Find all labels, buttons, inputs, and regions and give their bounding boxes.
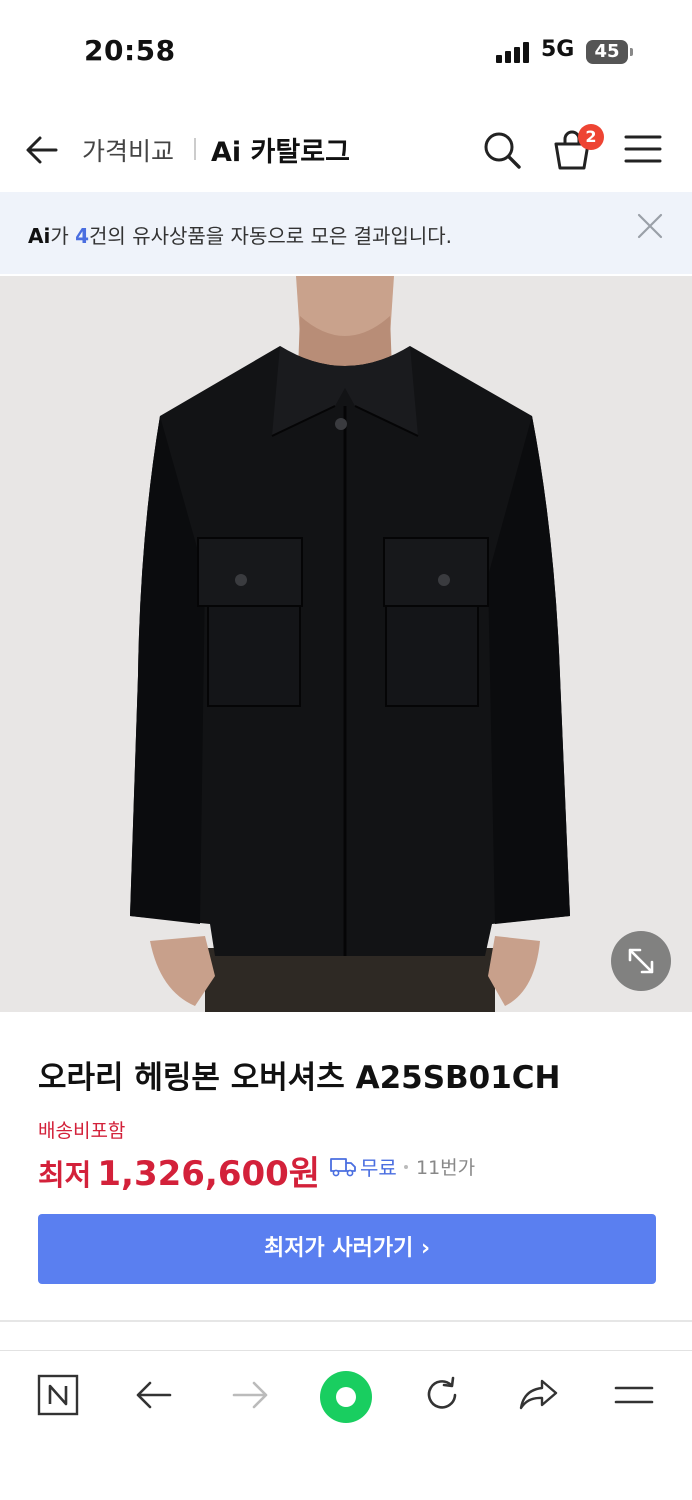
shipping-included-label: 배송비포함 <box>38 1120 126 1142</box>
seller-name[interactable]: 11번가 <box>416 1153 475 1180</box>
expand-icon <box>628 948 654 974</box>
free-shipping-label: 무료 <box>360 1156 397 1180</box>
refresh-icon[interactable] <box>420 1373 464 1417</box>
signal-icon <box>496 41 532 63</box>
status-bar: 20:58 5G 45 <box>0 0 692 100</box>
cart-count-badge: 2 <box>578 124 604 150</box>
green-dot-button[interactable] <box>320 1371 372 1423</box>
network-type: 5G <box>541 37 575 62</box>
browser-bottom-bar <box>0 1351 692 1500</box>
more-menu-icon[interactable] <box>612 1373 656 1417</box>
share-icon[interactable] <box>516 1373 560 1417</box>
hamburger-menu-icon[interactable] <box>624 134 662 164</box>
lowest-price: 1,326,600원 <box>97 1154 321 1194</box>
ai-banner-message: Ai가 4건의 유사상품을 자동으로 모은 결과입니다. <box>28 220 452 249</box>
browser-back-icon[interactable] <box>132 1373 176 1417</box>
close-icon[interactable] <box>636 212 664 240</box>
ai-info-banner: Ai가 4건의 유사상품을 자동으로 모은 결과입니다. <box>0 192 692 274</box>
browser-forward-icon[interactable] <box>228 1373 272 1417</box>
price-row: 최저 1,326,600원 <box>38 1146 320 1194</box>
page-title: Ai 카탈로그 <box>211 137 350 168</box>
status-time: 20:58 <box>84 34 176 67</box>
similar-count: 4 <box>75 224 90 248</box>
expand-image-button[interactable] <box>611 931 671 991</box>
search-icon[interactable] <box>482 130 522 170</box>
separator-dot <box>404 1165 408 1169</box>
banner-suffix: 건의 유사상품을 자동으로 모은 결과입니다. <box>89 224 453 248</box>
top-nav: 가격비교 Ai 카탈로그 2 <box>0 110 692 188</box>
battery-tip <box>630 48 633 56</box>
lowest-price-label: 최저 <box>38 1158 92 1192</box>
truck-icon <box>330 1158 356 1177</box>
product-image[interactable] <box>0 276 692 1012</box>
buy-lowest-price-button[interactable]: 최저가 사러가기 › <box>38 1214 656 1284</box>
jacket-illustration <box>0 276 692 1012</box>
section-divider <box>0 1320 692 1322</box>
breadcrumb-price-compare[interactable]: 가격비교 <box>82 132 174 168</box>
ai-logo: Ai <box>28 224 51 248</box>
product-name: 오라리 헤링본 오버셔츠 A25SB01CH <box>38 1060 561 1096</box>
breadcrumb-separator <box>194 138 196 160</box>
banner-prefix: 가 <box>50 224 76 248</box>
arrow-left-icon[interactable] <box>24 132 60 168</box>
naver-home-icon[interactable] <box>36 1373 80 1417</box>
battery-icon: 45 <box>586 40 628 64</box>
